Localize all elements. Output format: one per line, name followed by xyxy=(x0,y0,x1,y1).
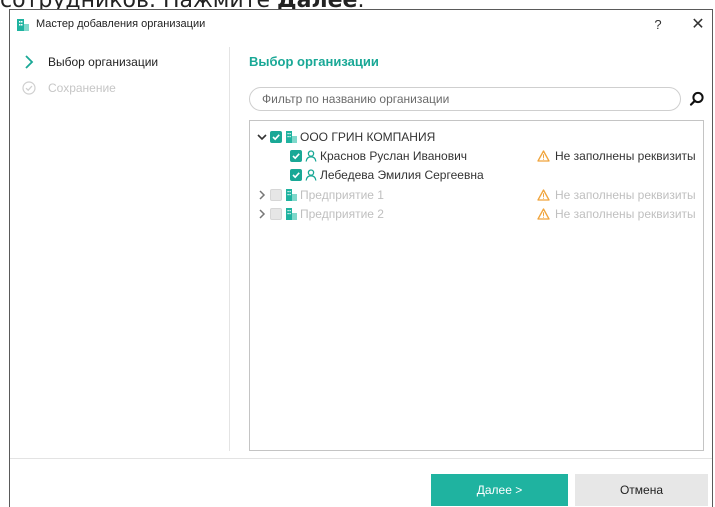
tree-row-label: ООО ГРИН КОМПАНИЯ xyxy=(300,129,436,144)
page-title: Выбор организации xyxy=(249,54,379,69)
warning-icon xyxy=(537,188,550,201)
chevron-right-icon xyxy=(22,55,36,69)
building-icon xyxy=(285,207,297,220)
tree-row-organization[interactable]: Предприятие 2 Не заполнены реквизиты xyxy=(250,204,703,223)
warning-icon xyxy=(537,207,550,220)
building-icon xyxy=(17,19,29,31)
check-circle-icon xyxy=(22,81,36,95)
tree-row-employee[interactable]: Краснов Руслан Иванович Не заполнены рек… xyxy=(250,146,703,165)
tree-row-label: Лебедева Эмилия Сергеевна xyxy=(320,167,484,182)
chevron-right-icon[interactable] xyxy=(257,189,267,200)
search-icon[interactable] xyxy=(688,90,706,108)
warning-icon xyxy=(537,149,550,162)
chevron-right-icon[interactable] xyxy=(257,208,267,219)
tree-row-label: Предприятие 1 xyxy=(300,187,384,202)
window-title: Мастер добавления организации xyxy=(36,18,206,30)
help-button[interactable]: ? xyxy=(648,15,668,35)
tree-row-label: Предприятие 2 xyxy=(300,206,384,221)
main-panel: Выбор организации ООО ГРИН КОМПАНИЯ xyxy=(236,40,710,458)
next-button[interactable]: Далее > xyxy=(431,474,568,506)
person-icon xyxy=(305,149,317,162)
person-icon xyxy=(305,168,317,181)
warning-message: Не заполнены реквизиты xyxy=(537,204,696,223)
wizard-dialog: Мастер добавления организации ? ✕ Выбор … xyxy=(9,9,713,507)
footer-divider xyxy=(10,458,712,459)
organization-tree: ООО ГРИН КОМПАНИЯ Краснов Руслан Иванови… xyxy=(249,120,704,451)
title-bar: Мастер добавления организации ? ✕ xyxy=(10,10,712,40)
step-label: Выбор организации xyxy=(48,55,159,69)
warning-message: Не заполнены реквизиты xyxy=(537,185,696,204)
tree-row-employee[interactable]: Лебедева Эмилия Сергеевна xyxy=(250,165,703,184)
tree-row-label: Краснов Руслан Иванович xyxy=(320,148,468,163)
checkbox[interactable] xyxy=(270,130,282,143)
tree-row-organization[interactable]: ООО ГРИН КОМПАНИЯ xyxy=(250,127,703,146)
checkbox[interactable] xyxy=(270,207,282,220)
checkbox[interactable] xyxy=(270,188,282,201)
panel-divider xyxy=(229,47,230,451)
building-icon xyxy=(285,188,297,201)
cancel-button[interactable]: Отмена xyxy=(575,474,708,506)
close-button[interactable]: ✕ xyxy=(687,15,709,35)
steps-panel: Выбор организации Сохранение xyxy=(10,40,229,458)
warning-text: Не заполнены реквизиты xyxy=(555,206,696,221)
checkbox[interactable] xyxy=(290,168,302,181)
step-label: Сохранение xyxy=(48,81,116,95)
warning-text: Не заполнены реквизиты xyxy=(555,148,696,163)
step-select-organization[interactable]: Выбор организации xyxy=(22,52,158,72)
building-icon xyxy=(285,130,297,143)
warning-text: Не заполнены реквизиты xyxy=(555,187,696,202)
tree-row-organization[interactable]: Предприятие 1 Не заполнены реквизиты xyxy=(250,185,703,204)
checkbox[interactable] xyxy=(290,149,302,162)
warning-message: Не заполнены реквизиты xyxy=(537,146,696,165)
step-save: Сохранение xyxy=(22,78,116,98)
chevron-down-icon[interactable] xyxy=(257,132,267,142)
search-input[interactable] xyxy=(249,87,681,111)
